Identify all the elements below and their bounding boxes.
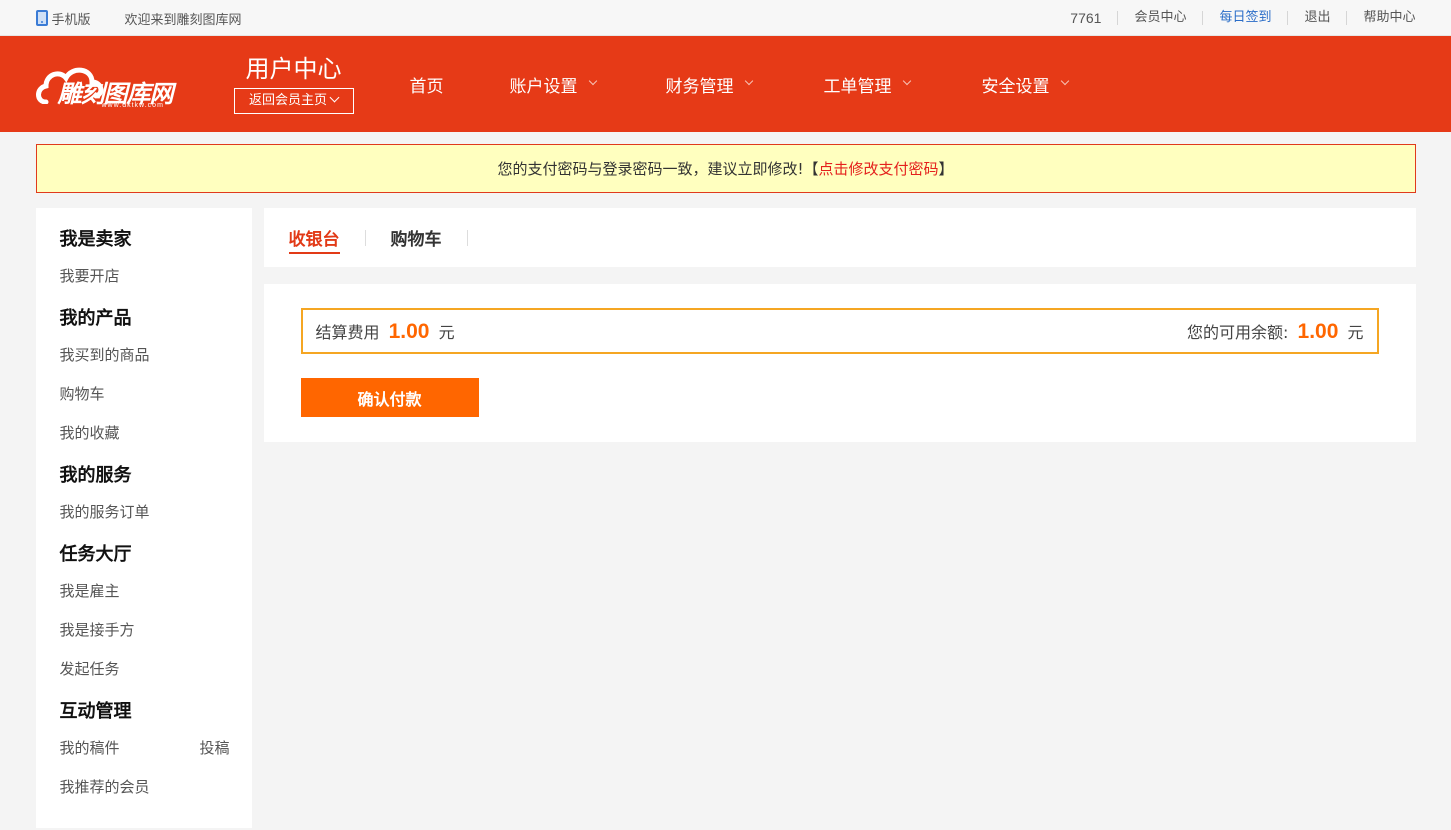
welcome-text: 欢迎来到雕刻图库网 <box>124 12 242 28</box>
top-bar: 手机版 欢迎来到雕刻图库网 7761 会员中心 每日签到 退出 帮助中心 <box>0 0 1451 36</box>
tab-divider <box>364 229 366 246</box>
help-center-link[interactable]: 帮助中心 <box>1346 11 1416 25</box>
sidebar-item-cart[interactable]: 购物车 <box>60 382 252 421</box>
user-id: 7761 <box>1070 10 1102 26</box>
sidebar-item-submit-link[interactable]: 投稿 <box>199 736 229 775</box>
main-nav: 首页 账户设置 财务管理 工单管理 安全设置 <box>410 72 1069 97</box>
chevron-down-icon <box>902 76 911 86</box>
back-label: 返回会员主页 <box>248 93 327 108</box>
fee-summary: 结算费用 1.00 元 <box>316 319 455 344</box>
tab-cart[interactable]: 购物车 <box>391 208 442 267</box>
balance-label: 您的可用余额: <box>1187 322 1289 342</box>
sidebar-item-purchased[interactable]: 我买到的商品 <box>60 343 252 382</box>
fee-label: 结算费用 <box>315 322 380 342</box>
nav-security[interactable]: 安全设置 <box>981 72 1069 97</box>
daily-checkin-link[interactable]: 每日签到 <box>1202 11 1287 25</box>
sidebar-group-services: 我的服务 <box>59 465 132 486</box>
sidebar-item-label: 我是接手方 <box>59 621 135 639</box>
sidebar-group-seller: 我是卖家 <box>59 229 132 250</box>
nav-account-settings[interactable]: 账户设置 <box>509 72 597 97</box>
tab-divider <box>466 229 468 246</box>
sidebar-item-label: 发起任务 <box>59 660 120 678</box>
sidebar-item-label: 我是雇主 <box>59 582 120 600</box>
sidebar: 我是卖家 我要开店 我的产品 我买到的商品 购物车 我的收藏 我的服务 我的服务… <box>35 208 252 828</box>
sidebar-item-open-shop[interactable]: 我要开店 <box>60 264 252 303</box>
tab-checkout[interactable]: 收银台 <box>288 208 340 267</box>
back-to-member-home-button[interactable]: 返回会员主页 <box>233 88 354 114</box>
password-warning-banner: 您的支付密码与登录密码一致，建议立即修改!【 点击修改支付密码】 <box>35 144 1416 193</box>
nav-security-label: 安全设置 <box>981 76 1050 97</box>
member-center-link[interactable]: 会员中心 <box>1117 11 1202 25</box>
notice-text: 您的支付密码与登录密码一致，建议立即修改!【 <box>497 160 819 178</box>
sidebar-item-favorites[interactable]: 我的收藏 <box>60 421 252 460</box>
sidebar-item-label: 我的服务订单 <box>59 503 150 521</box>
payment-panel: 结算费用 1.00 元 您的可用余额: 1.00 元 确认付款 <box>263 284 1416 442</box>
sidebar-item-my-submissions: 我的稿件 投稿 <box>60 736 252 775</box>
nav-finance-label: 财务管理 <box>665 76 734 97</box>
phone-icon <box>35 10 48 26</box>
content-area: 收银台 购物车 结算费用 1.00 元 您的可用余额: 1.00 元 确认付款 <box>263 208 1416 442</box>
sidebar-item-employer[interactable]: 我是雇主 <box>60 579 252 618</box>
tab-bar: 收银台 购物车 <box>263 208 1416 267</box>
balance-summary: 您的可用余额: 1.00 元 <box>1187 319 1363 344</box>
sidebar-item-label: 购物车 <box>59 385 105 403</box>
nav-tickets[interactable]: 工单管理 <box>823 72 911 97</box>
fee-summary-box: 结算费用 1.00 元 您的可用余额: 1.00 元 <box>300 308 1379 354</box>
notice-tail: 】 <box>938 160 954 178</box>
mobile-version-label: 手机版 <box>51 12 91 28</box>
sidebar-group-interaction: 互动管理 <box>59 701 132 722</box>
sidebar-item-label: 我推荐的会员 <box>59 778 150 796</box>
sidebar-item-service-orders[interactable]: 我的服务订单 <box>60 500 252 539</box>
balance-amount: 1.00 <box>1297 319 1339 343</box>
sidebar-item-create-task[interactable]: 发起任务 <box>60 657 252 696</box>
chevron-down-icon <box>1060 76 1069 86</box>
sidebar-item-my-submissions-link[interactable]: 我的稿件 <box>60 736 120 775</box>
fee-amount: 1.00 <box>388 319 430 343</box>
main-area: 我是卖家 我要开店 我的产品 我买到的商品 购物车 我的收藏 我的服务 我的服务… <box>35 208 1416 828</box>
user-center-block: 用户中心 返回会员主页 <box>233 54 354 114</box>
nav-tickets-label: 工单管理 <box>823 76 892 97</box>
confirm-payment-button[interactable]: 确认付款 <box>300 378 479 417</box>
sidebar-item-referred-members[interactable]: 我推荐的会员 <box>60 775 252 814</box>
chevron-down-icon <box>588 76 597 86</box>
balance-currency: 元 <box>1347 322 1364 342</box>
sidebar-group-task-hall: 任务大厅 <box>59 544 132 565</box>
fee-currency: 元 <box>438 322 455 342</box>
sidebar-item-label: 我要开店 <box>59 267 120 285</box>
header: 雕刻图库网 www.dktkw.com 用户中心 返回会员主页 首页 账户设置 … <box>0 36 1451 132</box>
logout-link[interactable]: 退出 <box>1287 11 1346 25</box>
sidebar-group-products: 我的产品 <box>59 308 132 329</box>
page-title: 用户中心 <box>245 55 342 83</box>
site-logo[interactable]: 雕刻图库网 www.dktkw.com <box>35 54 196 114</box>
nav-finance[interactable]: 财务管理 <box>665 72 753 97</box>
chevron-down-icon <box>329 92 340 103</box>
sidebar-item-label: 我买到的商品 <box>59 346 150 364</box>
nav-home[interactable]: 首页 <box>410 72 444 97</box>
nav-account-settings-label: 账户设置 <box>509 76 578 97</box>
mobile-version-link[interactable]: 手机版 <box>35 9 91 28</box>
sidebar-item-contractor[interactable]: 我是接手方 <box>60 618 252 657</box>
sidebar-item-label: 我的收藏 <box>59 424 120 442</box>
change-pay-password-link[interactable]: 点击修改支付密码 <box>818 158 938 179</box>
nav-home-label: 首页 <box>409 76 444 97</box>
logo-url: www.dktkw.com <box>101 102 164 109</box>
chevron-down-icon <box>744 76 753 86</box>
